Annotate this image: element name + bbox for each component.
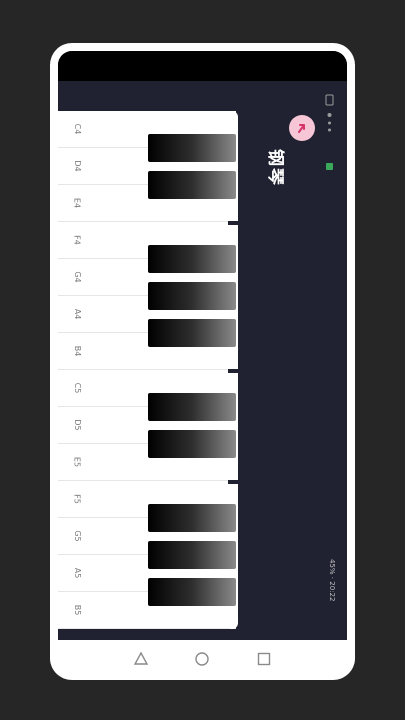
notch-bar [58,51,347,81]
key-label: B5 [72,604,82,616]
triangle-back-icon [133,651,149,665]
app-title: 钢琴 [265,149,285,187]
key-label: G5 [73,530,83,542]
key-label: A5 [72,567,82,579]
black-key-a-sharp-4[interactable] [148,319,236,347]
black-key-g-sharp-4[interactable] [148,282,236,310]
square-recents-icon [257,652,271,666]
key-label: F4 [72,235,82,245]
status-time-battery: 45% · 20:22 [328,559,336,602]
black-key-d-sharp-4[interactable] [148,171,236,199]
key-label: A4 [72,308,82,320]
status-battery: 45% [328,559,336,575]
phone-frame: C4 D4 E4 F4 G4 A4 B4 C5 D5 E5 F5 G5 A5 B… [50,43,355,680]
black-key-c-sharp-5[interactable] [148,393,236,421]
key-label: E4 [72,197,82,209]
key-label: B4 [72,345,82,357]
key-label: C5 [72,382,82,394]
piano-app: C4 D4 E4 F4 G4 A4 B4 C5 D5 E5 F5 G5 A5 B… [58,81,347,641]
screen: C4 D4 E4 F4 G4 A4 B4 C5 D5 E5 F5 G5 A5 B… [58,51,347,680]
system-nav-bar [50,640,355,680]
nav-home-button[interactable] [191,648,213,670]
arrow-up-icon [298,124,305,133]
key-label: C4 [72,123,82,135]
black-key-g-sharp-5[interactable] [148,541,236,569]
status-icons [324,93,336,173]
circle-home-icon [195,652,209,666]
status-time: 20:22 [328,581,336,602]
group-gap [228,480,238,484]
key-label: D5 [73,419,83,431]
key-label: F5 [72,494,82,504]
black-key-f-sharp-5[interactable] [148,504,236,532]
black-key-a-sharp-5[interactable] [148,578,236,606]
key-label: G4 [73,271,83,283]
black-key-f-sharp-4[interactable] [148,245,236,273]
nav-recents-button[interactable] [253,648,275,670]
black-key-d-sharp-5[interactable] [148,430,236,458]
key-label: D4 [73,160,83,172]
share-button[interactable] [289,115,315,141]
black-key-c-sharp-4[interactable] [148,134,236,162]
key-label: E5 [72,456,82,468]
group-gap [228,221,238,225]
group-gap [228,369,238,373]
nav-back-button[interactable] [130,648,152,670]
